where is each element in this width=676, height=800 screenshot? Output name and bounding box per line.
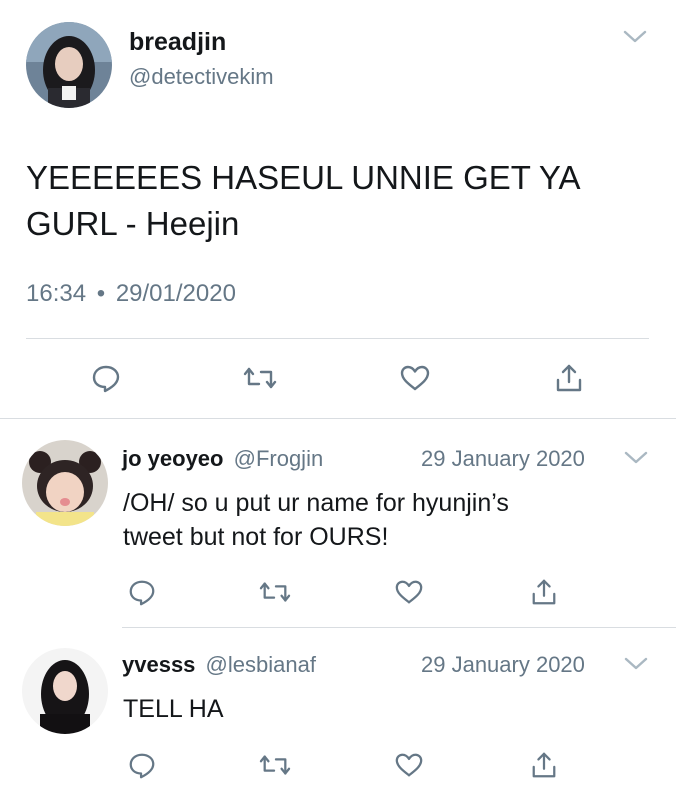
reply-date[interactable]: 29 January 2020 <box>421 652 585 678</box>
tweet-text-line-1: YEEEEEES HASEUL UNNIE GET YA <box>26 159 581 196</box>
retweet-icon <box>243 367 277 389</box>
reply-text-line-2: tweet but not for OURS! <box>123 523 389 551</box>
reply-like-button[interactable] <box>392 575 426 609</box>
tweet-time: 16:34 <box>26 280 87 307</box>
reply-avatar[interactable] <box>22 440 108 526</box>
tweet-date: 29/01/2020 <box>115 280 236 307</box>
reply-retweet-button[interactable] <box>258 748 292 782</box>
like-button[interactable] <box>398 361 432 395</box>
reply-share-button[interactable] <box>527 575 561 609</box>
tweet-text-line-2: GURL - Heejin <box>26 205 240 242</box>
share-icon <box>532 752 556 778</box>
reply-icon <box>92 365 120 393</box>
reply-header: jo yeoyeo @Frogjin <box>122 446 323 472</box>
author-avatar[interactable] <box>26 22 112 108</box>
tweet-options-chevron-icon[interactable] <box>622 28 648 51</box>
reply-retweet-button[interactable] <box>258 575 292 609</box>
like-icon <box>395 580 423 604</box>
like-icon <box>400 365 430 391</box>
reply-reply-button[interactable] <box>125 748 159 782</box>
tweet-timestamp: 16:34 • 29/01/2020 <box>26 280 236 308</box>
reply-text-line-1: TELL HA <box>123 695 224 723</box>
reply-button[interactable] <box>89 361 123 395</box>
reply-options-chevron-icon[interactable] <box>623 655 649 678</box>
reply-text-line-1: /OH/ so u put ur name for hyunjin’s <box>123 489 509 517</box>
reply-author-name[interactable]: jo yeoyeo <box>122 446 223 471</box>
reply-avatar[interactable] <box>22 648 108 734</box>
reply-like-button[interactable] <box>392 748 426 782</box>
reply-author-handle[interactable]: @Frogjin <box>234 446 324 471</box>
reply-date[interactable]: 29 January 2020 <box>421 446 585 472</box>
reply-icon <box>129 753 155 779</box>
reply-header: yvesss @lesbianaf <box>122 652 316 678</box>
reply-share-button[interactable] <box>527 748 561 782</box>
reply-reply-button[interactable] <box>125 575 159 609</box>
share-button[interactable] <box>552 361 586 395</box>
reply-author-handle[interactable]: @lesbianaf <box>206 652 316 677</box>
timestamp-separator: • <box>96 280 106 307</box>
retweet-icon <box>259 755 291 775</box>
author-handle[interactable]: @detectivekim <box>129 64 274 90</box>
share-icon <box>532 579 556 605</box>
retweet-button[interactable] <box>243 361 277 395</box>
divider <box>0 418 676 419</box>
like-icon <box>395 753 423 777</box>
share-icon <box>556 364 582 392</box>
author-name[interactable]: breadjin <box>129 28 226 57</box>
retweet-icon <box>259 582 291 602</box>
divider <box>26 338 649 339</box>
reply-author-name[interactable]: yvesss <box>122 652 195 677</box>
divider <box>122 627 676 628</box>
reply-options-chevron-icon[interactable] <box>623 449 649 472</box>
reply-icon <box>129 580 155 606</box>
